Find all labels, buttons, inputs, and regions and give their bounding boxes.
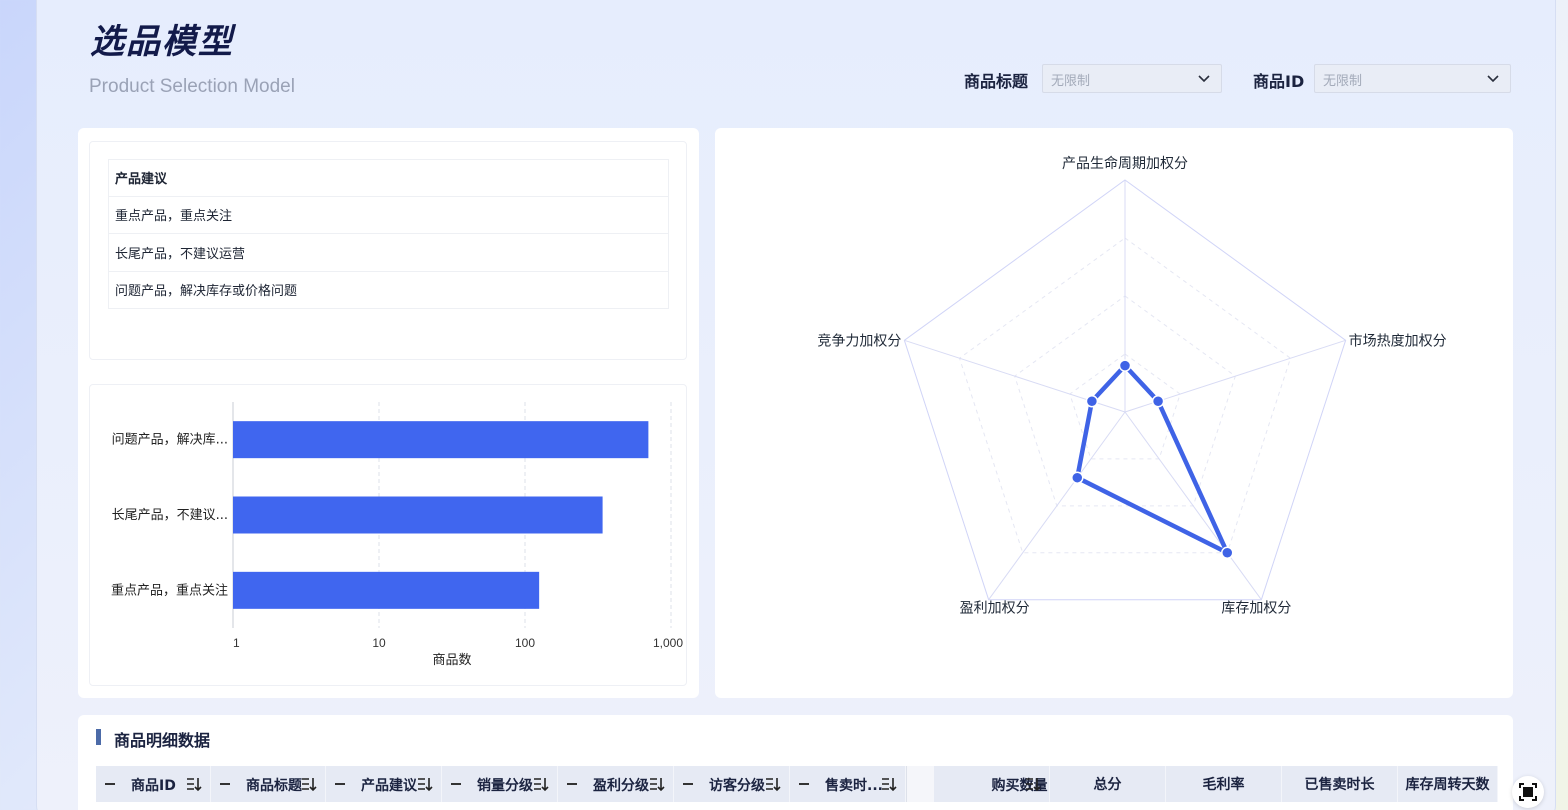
bar — [233, 421, 649, 459]
bar-chart: 1 10 100 1,000 问题产品，解决库... 长尾产品，不建议... 重点产品，重点… — [111, 402, 683, 668]
column-header[interactable]: 库存周转天数 — [1398, 766, 1498, 802]
bar-chart-card: 1 10 100 1,000 问题产品，解决库... 长尾产品，不建议... 重点产品，重点… — [89, 384, 687, 686]
column-header[interactable]: 已售卖时长 — [1282, 766, 1398, 802]
sort-icon[interactable] — [417, 776, 433, 792]
collapse-icon[interactable] — [567, 783, 577, 785]
chevron-down-icon — [1198, 75, 1210, 83]
suggestion-row[interactable]: 问题产品，解决库存或价格问题 — [108, 271, 669, 309]
sort-icon[interactable] — [186, 776, 202, 792]
column-label: 访客分级 — [709, 778, 765, 794]
tick-label: 1,000 — [653, 636, 683, 650]
detail-table-header: 商品ID 商品标题 产品建议 销量分级 盈利分级 访客分级 售卖时... 购买数量 总分 毛利率 已… — [96, 766, 1498, 802]
suggestion-row[interactable]: 重点产品，重点关注 — [108, 196, 669, 234]
sort-icon[interactable] — [533, 776, 549, 792]
x-axis-label: 商品数 — [432, 653, 471, 668]
column-label: 商品ID — [131, 778, 176, 794]
sort-icon[interactable] — [1025, 776, 1041, 792]
column-label: 已售卖时长 — [1304, 777, 1375, 793]
page-title: 选品模型 — [90, 22, 234, 62]
column-label: 销量分级 — [477, 778, 533, 794]
suggestion-header: 产品建议 — [108, 159, 669, 197]
axis-label: 竞争力加权分 — [817, 332, 901, 349]
category-label: 长尾产品，不建议... — [112, 508, 228, 523]
column-header[interactable]: 商品标题 — [211, 766, 326, 802]
radar-chart: 产品生命周期加权分市场热度加权分库存加权分 盈利加权分 竞争力加权分 — [817, 155, 1447, 617]
category-label: 问题产品，解决库... — [112, 432, 228, 448]
column-header[interactable]: 销量分级 — [442, 766, 558, 802]
column-header[interactable]: 购买数量 — [934, 766, 1050, 802]
collapse-icon[interactable] — [451, 783, 461, 785]
axis-label: 库存加权分 — [1221, 601, 1291, 617]
sort-icon[interactable] — [765, 776, 781, 792]
suggestion-row[interactable]: 长尾产品，不建议运营 — [108, 234, 669, 272]
axis-label: 产品生命周期加权分 — [1062, 155, 1188, 172]
category-label: 重点产品，重点关注 — [111, 582, 228, 598]
chevron-down-icon — [1487, 75, 1499, 83]
collapse-icon[interactable] — [105, 783, 115, 785]
column-label: 毛利率 — [1202, 777, 1245, 793]
column-header[interactable]: 商品ID — [96, 766, 211, 802]
tick-label: 100 — [515, 636, 535, 650]
filter-label-title: 商品标题 — [964, 72, 1029, 91]
bar — [233, 496, 603, 534]
column-header[interactable]: 总分 — [1050, 766, 1166, 802]
detail-title: 商品明细数据 — [114, 731, 211, 750]
radar-panel: 产品生命周期加权分市场热度加权分库存加权分 盈利加权分 竞争力加权分 — [715, 128, 1513, 698]
column-label: 盈利分级 — [593, 778, 649, 794]
id-filter-select[interactable]: 无限制 — [1314, 64, 1511, 93]
column-header[interactable]: 产品建议 — [326, 766, 442, 802]
column-label: 库存周转天数 — [1405, 777, 1490, 793]
frozen-divider — [906, 766, 934, 802]
column-header[interactable]: 访客分级 — [674, 766, 790, 802]
column-header[interactable]: 毛利率 — [1166, 766, 1282, 802]
axis-label: 市场热度加权分 — [1349, 332, 1447, 349]
suggestion-card: 产品建议 重点产品，重点关注 长尾产品，不建议运营 问题产品，解决库存或价格问题 — [89, 141, 687, 360]
collapse-icon[interactable] — [683, 783, 693, 785]
radar-point — [1071, 471, 1084, 484]
column-header[interactable]: 盈利分级 — [558, 766, 674, 802]
column-label: 售卖时... — [825, 778, 883, 794]
radar-point — [1085, 394, 1099, 408]
left-panel: 产品建议 重点产品，重点关注 长尾产品，不建议运营 问题产品，解决库存或价格问题… — [78, 128, 699, 698]
column-label: 商品标题 — [246, 778, 302, 794]
title-filter-value: 无限制 — [1051, 74, 1091, 89]
axis-label: 盈利加权分 — [960, 601, 1030, 617]
collapse-icon[interactable] — [335, 783, 345, 785]
page-subtitle: Product Selection Model — [89, 76, 295, 97]
fullscreen-button[interactable] — [1512, 776, 1544, 808]
section-accent — [96, 729, 101, 745]
suggestion-table: 产品建议 重点产品，重点关注 长尾产品，不建议运营 问题产品，解决库存或价格问题 — [108, 159, 669, 309]
tick-label: 10 — [372, 636, 386, 650]
collapse-icon[interactable] — [220, 783, 230, 785]
radar-point — [1151, 394, 1165, 408]
id-filter-value: 无限制 — [1323, 74, 1363, 89]
column-label: 总分 — [1093, 777, 1122, 793]
bar — [233, 571, 540, 609]
sort-icon[interactable] — [649, 776, 665, 792]
radar-point — [1118, 359, 1132, 372]
column-label: 产品建议 — [361, 778, 417, 794]
radar-point — [1221, 546, 1234, 560]
sort-icon[interactable] — [881, 776, 897, 792]
sort-icon[interactable] — [301, 776, 317, 792]
column-header[interactable]: 售卖时... — [790, 766, 906, 802]
collapse-icon[interactable] — [799, 783, 809, 785]
filter-label-id: 商品ID — [1253, 72, 1305, 91]
tick-label: 1 — [233, 636, 240, 650]
fullscreen-icon — [1519, 783, 1537, 801]
title-filter-select[interactable]: 无限制 — [1042, 64, 1222, 93]
